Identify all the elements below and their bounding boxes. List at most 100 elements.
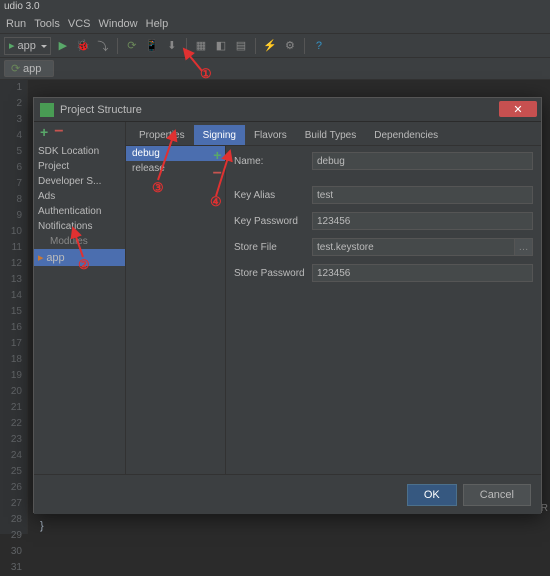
profile-icon[interactable]: ⚡	[262, 38, 278, 54]
layout-icon[interactable]: ▦	[193, 38, 209, 54]
signing-config-list: debug release + −	[126, 146, 226, 474]
tab-properties[interactable]: Properties	[130, 125, 194, 145]
line-number: 29	[0, 528, 27, 544]
menubar: Run Tools VCS Window Help	[0, 16, 550, 34]
line-number: 14	[0, 288, 27, 304]
line-number: 28	[0, 512, 27, 528]
signing-form: Name:debug Key Aliastest Key Password123…	[226, 146, 541, 474]
code-fragment: }	[40, 520, 44, 532]
line-number: 19	[0, 368, 27, 384]
help-icon[interactable]: ?	[311, 38, 327, 54]
line-number: 21	[0, 400, 27, 416]
config-debug[interactable]: debug	[126, 146, 225, 161]
line-number: 17	[0, 336, 27, 352]
editor-gutter: 1234567891011121314151617181920212223242…	[0, 80, 28, 534]
line-number: 25	[0, 464, 27, 480]
breadcrumb-bar: ⟳ app	[0, 58, 550, 80]
remove-config-icon[interactable]: −	[213, 165, 222, 183]
right-pane: Properties Signing Flavors Build Types D…	[126, 122, 541, 474]
left-toolbar: + −	[34, 122, 125, 142]
separator	[117, 38, 118, 54]
tree-module-app[interactable]: ▸ app	[34, 249, 125, 266]
dialog-titlebar[interactable]: Project Structure ✕	[34, 98, 541, 122]
dialog-title: Project Structure	[60, 104, 142, 116]
cancel-button[interactable]: Cancel	[463, 484, 531, 506]
ok-button[interactable]: OK	[407, 484, 457, 506]
storepass-label: Store Password	[234, 268, 312, 279]
tree-project[interactable]: Project	[34, 159, 125, 174]
line-number: 22	[0, 416, 27, 432]
debug-icon[interactable]: 🐞	[75, 38, 91, 54]
add-module-icon[interactable]: +	[40, 124, 48, 140]
menu-vcs[interactable]: VCS	[68, 18, 91, 31]
tab-signing[interactable]: Signing	[194, 125, 245, 145]
line-number: 3	[0, 112, 27, 128]
line-number: 2	[0, 96, 27, 112]
tree-devservices[interactable]: Developer S...	[34, 174, 125, 189]
sync-icon[interactable]: ⟳	[124, 38, 140, 54]
storefile-browse-button[interactable]: …	[515, 238, 533, 256]
line-number: 31	[0, 560, 27, 576]
keypass-field[interactable]: 123456	[312, 212, 533, 230]
line-number: 26	[0, 480, 27, 496]
line-number: 12	[0, 256, 27, 272]
tab-buildtypes[interactable]: Build Types	[296, 125, 366, 145]
line-number: 7	[0, 176, 27, 192]
settings-tree: SDK Location Project Developer S... Ads …	[34, 142, 125, 268]
tree-ads[interactable]: Ads	[34, 189, 125, 204]
line-number: 4	[0, 128, 27, 144]
tabs: Properties Signing Flavors Build Types D…	[126, 122, 541, 146]
settings-icon[interactable]: ⚙	[282, 38, 298, 54]
tab-flavors[interactable]: Flavors	[245, 125, 296, 145]
line-number: 1	[0, 80, 27, 96]
run-config-combo[interactable]: ▸app	[4, 37, 51, 55]
line-number: 16	[0, 320, 27, 336]
line-number: 27	[0, 496, 27, 512]
avd-icon[interactable]: 📱	[144, 38, 160, 54]
remove-module-icon[interactable]: −	[54, 123, 63, 141]
line-number: 24	[0, 448, 27, 464]
config-list-tools: + −	[213, 147, 222, 183]
sdk-icon[interactable]: ⬇	[164, 38, 180, 54]
menu-window[interactable]: Window	[99, 18, 138, 31]
tree-modules-header: Modules	[34, 234, 125, 249]
config-release[interactable]: release	[126, 161, 225, 176]
window-title: udio 3.0	[0, 0, 550, 16]
add-config-icon[interactable]: +	[213, 147, 221, 163]
line-number: 5	[0, 144, 27, 160]
assistant-icon[interactable]: ◧	[213, 38, 229, 54]
dialog-footer: OK Cancel	[34, 474, 541, 514]
line-number: 6	[0, 160, 27, 176]
project-structure-dialog: Project Structure ✕ + − SDK Location Pro…	[33, 97, 542, 513]
menu-run[interactable]: Run	[6, 18, 26, 31]
menu-help[interactable]: Help	[146, 18, 169, 31]
line-number: 30	[0, 544, 27, 560]
line-number: 23	[0, 432, 27, 448]
main-toolbar: ▸app ▶ 🐞 ⤵ ⟳ 📱 ⬇ ▦ ◧ ▤ ⚡ ⚙ ?	[0, 34, 550, 58]
line-number: 10	[0, 224, 27, 240]
storefile-field[interactable]: test.keystore	[312, 238, 515, 256]
separator	[255, 38, 256, 54]
menu-tools[interactable]: Tools	[34, 18, 60, 31]
line-number: 13	[0, 272, 27, 288]
line-number: 8	[0, 192, 27, 208]
project-structure-icon[interactable]: ▤	[233, 38, 249, 54]
name-label: Name:	[234, 156, 312, 167]
keyalias-field[interactable]: test	[312, 186, 533, 204]
name-field[interactable]: debug	[312, 152, 533, 170]
storepass-field[interactable]: 123456	[312, 264, 533, 282]
breadcrumb-item[interactable]: ⟳ app	[4, 60, 54, 77]
tree-notifications[interactable]: Notifications	[34, 219, 125, 234]
line-number: 11	[0, 240, 27, 256]
tree-sdk[interactable]: SDK Location	[34, 144, 125, 159]
line-number: 20	[0, 384, 27, 400]
attach-icon[interactable]: ⤵	[95, 38, 111, 54]
line-number: 18	[0, 352, 27, 368]
close-button[interactable]: ✕	[499, 101, 537, 117]
tab-dependencies[interactable]: Dependencies	[365, 125, 447, 145]
run-icon[interactable]: ▶	[55, 38, 71, 54]
separator	[304, 38, 305, 54]
keyalias-label: Key Alias	[234, 190, 312, 201]
tree-auth[interactable]: Authentication	[34, 204, 125, 219]
keypass-label: Key Password	[234, 216, 312, 227]
